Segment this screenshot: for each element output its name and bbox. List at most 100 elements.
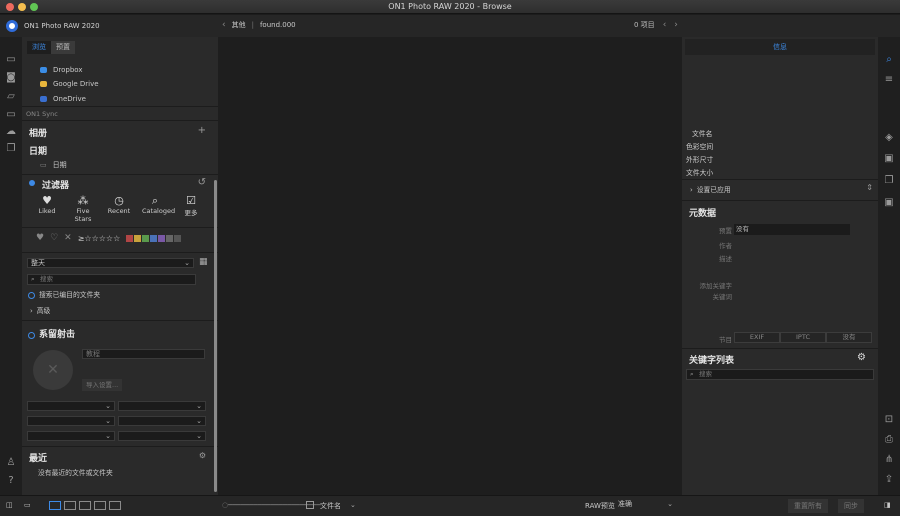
reset-filters-icon[interactable]: ↺ (198, 177, 206, 188)
face-placeholder[interactable]: ✕ (33, 350, 73, 390)
info-search-icon[interactable]: ⌕ (883, 55, 895, 65)
filter-recent-button[interactable]: ◷ Recent (106, 194, 132, 223)
tether-header: 系留射击 (28, 327, 75, 340)
gear-icon[interactable]: ⚙ (857, 352, 866, 363)
select-1[interactable]: ⌄ (27, 401, 115, 411)
filter-liked-button[interactable]: ♥ Liked (34, 194, 60, 223)
import-settings-button[interactable]: 导入设置... (82, 379, 123, 391)
checkbox-icon[interactable] (306, 501, 314, 509)
chevron-down-icon: ⌄ (196, 402, 202, 410)
compare-icon[interactable]: ❐ (883, 176, 895, 186)
compare-view-icon[interactable] (94, 501, 106, 510)
export-icon[interactable]: ⇪ (883, 475, 895, 485)
tab-exif[interactable]: EXIF (734, 332, 780, 343)
sort-dropdown-icon[interactable]: ⌄ (350, 501, 356, 509)
help-icon[interactable]: ? (5, 476, 17, 486)
select-4[interactable]: ⌄ (118, 416, 206, 426)
color-label-filter (126, 234, 182, 242)
minimize-window-button[interactable] (18, 3, 26, 11)
sync-button[interactable]: 同步 (838, 499, 864, 513)
settings-applied-toggle[interactable]: › 设置已应用 (690, 184, 731, 194)
divider (22, 320, 218, 321)
google-drive-icon (40, 81, 47, 87)
select-3[interactable]: ⌄ (27, 416, 115, 426)
browse-grid-area[interactable] (218, 37, 682, 495)
tab-info[interactable]: 信息 (685, 39, 875, 55)
share-icon[interactable]: ⋔ (883, 455, 895, 465)
app-brand: ON1 Photo RAW 2020 (6, 19, 100, 33)
tab-none[interactable]: 没有 (826, 332, 872, 343)
top-toolbar: ON1 Photo RAW 2020 ‹ 其他 | found.000 0 项目… (0, 15, 900, 37)
user-icon[interactable]: ♙ (5, 458, 17, 468)
breadcrumb-parent[interactable]: 其他 (232, 20, 246, 30)
filter-five-stars-button[interactable]: ⁂ Five Stars (70, 194, 96, 223)
image-icon[interactable]: ▣ (883, 154, 895, 164)
next-arrow-icon[interactable]: › (674, 20, 678, 30)
add-album-icon[interactable]: + (198, 125, 206, 136)
star-rating-filter[interactable]: ≥☆☆☆☆☆ (78, 234, 121, 243)
gear-icon[interactable]: ⚙ (199, 451, 206, 460)
layers-icon[interactable]: ◈ (883, 133, 895, 143)
albums-header[interactable]: 相册 (29, 126, 47, 139)
source-dropbox[interactable]: Dropbox (40, 64, 83, 76)
date-range-select[interactable]: 整天 ⌄ (27, 258, 194, 268)
grid-view-icon[interactable] (49, 501, 61, 510)
rejected-filter-icon[interactable]: ✕ (64, 233, 72, 243)
filter-search-input[interactable]: ⌕ 搜索 (27, 274, 196, 285)
left-panel-toggle-icon[interactable]: ◫ (6, 501, 13, 509)
keyword-search-input[interactable]: ⌕ 搜索 (686, 369, 874, 380)
tab-presets[interactable]: 预置 (51, 41, 75, 54)
prev-arrow-icon[interactable]: ‹ (663, 20, 667, 30)
liked-filter-icon[interactable]: ♥ (36, 233, 44, 243)
filter-more-button[interactable]: ☑ 更多 (178, 194, 204, 223)
camera-icon[interactable]: ◙ (5, 73, 17, 83)
color-swatch-gray[interactable] (166, 234, 174, 242)
select-6[interactable]: ⌄ (118, 431, 206, 441)
raw-preview-select[interactable]: 准确 ⌄ (615, 500, 676, 511)
dates-item[interactable]: ▭ 日期 (40, 159, 67, 171)
tab-browse[interactable]: 浏览 (27, 41, 51, 54)
recent-header[interactable]: 最近 (29, 451, 47, 464)
albums-icon[interactable]: ❐ (5, 144, 17, 154)
tab-iptc[interactable]: IPTC (780, 332, 826, 343)
unliked-filter-icon[interactable]: ♡ (50, 233, 58, 243)
adjust-sliders-icon[interactable]: ≡ (883, 75, 895, 85)
advanced-toggle[interactable]: › 高级 (30, 305, 50, 315)
reset-all-button[interactable]: 重置所有 (788, 499, 828, 513)
select-5[interactable]: ⌄ (27, 431, 115, 441)
filter-cataloged-button[interactable]: ⌕ Cataloged (142, 194, 175, 223)
photo-icon[interactable]: ▣ (883, 198, 895, 208)
color-swatch-green[interactable] (142, 234, 150, 242)
drive-icon[interactable]: ▭ (5, 110, 17, 120)
right-panel-toggle-icon[interactable]: ◨ (884, 501, 891, 509)
dates-header[interactable]: 日期 (29, 144, 47, 157)
folder-icon[interactable]: ▱ (5, 92, 17, 102)
cloud-icon[interactable]: ☁ (5, 127, 17, 137)
radio-icon[interactable] (28, 331, 35, 339)
color-swatch-blue[interactable] (150, 234, 158, 242)
single-view-icon[interactable] (64, 501, 76, 510)
crop-export-icon[interactable]: ⊡ (883, 415, 895, 425)
source-google-drive[interactable]: Google Drive (40, 78, 99, 90)
print-icon[interactable]: ⎙ (883, 435, 895, 445)
secondary-display-icon[interactable]: ▭ (24, 501, 31, 509)
color-swatch-purple[interactable] (158, 234, 166, 242)
preset-field[interactable]: 没有 (734, 224, 850, 235)
map-view-icon[interactable] (109, 501, 121, 510)
search-cataloged-option[interactable]: 搜索已编目的文件夹 (28, 289, 100, 299)
updown-icon[interactable]: ⇕ (866, 183, 873, 192)
color-swatch-none[interactable] (174, 234, 182, 242)
left-panel-scrollbar[interactable] (214, 180, 217, 492)
close-window-button[interactable] (6, 3, 14, 11)
back-chevron-icon[interactable]: ‹ (222, 20, 226, 30)
color-swatch-yellow[interactable] (134, 234, 142, 242)
monitor-icon[interactable]: ▭ (5, 55, 17, 65)
tether-field[interactable]: 教程 (82, 349, 205, 359)
color-swatch-red[interactable] (126, 234, 134, 242)
filmstrip-view-icon[interactable] (79, 501, 91, 510)
zoom-window-button[interactable] (30, 3, 38, 11)
calendar-grid-icon[interactable]: ▦ (199, 257, 208, 267)
select-2[interactable]: ⌄ (118, 401, 206, 411)
filters-toggle-icon[interactable] (29, 180, 35, 186)
source-onedrive[interactable]: OneDrive (40, 93, 86, 105)
